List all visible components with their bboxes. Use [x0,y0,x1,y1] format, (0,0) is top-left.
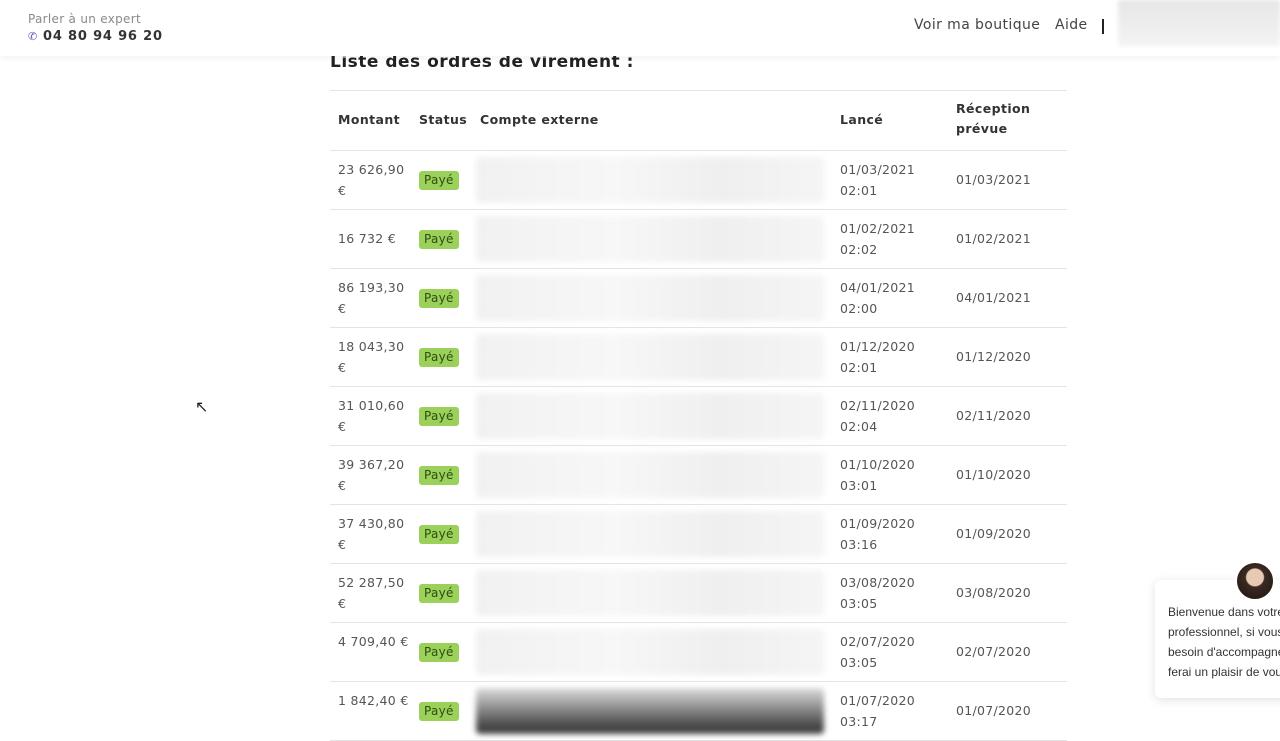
blurred-account [476,216,824,262]
status-cell: Payé [419,523,459,544]
chat-line: professionnel, si vous [1168,625,1280,639]
launched-cell: 01/09/2020 03:16 [840,516,916,552]
table-row: 52 287,50 € Payé 03/08/2020 03:05 03/08/… [330,564,1067,623]
status-cell: Payé [419,700,459,721]
blurred-account [476,157,824,203]
launched-cell: 03/08/2020 03:05 [840,575,916,611]
table-header: Montant Status Compte externe Lancé Réce… [330,91,1067,151]
status-badge: Payé [419,525,459,544]
amount-cell: 37 430,80 € [338,516,405,552]
status-badge: Payé [419,348,459,367]
top-bar: Parler à un expert ✆ 04 80 94 96 20 Voir… [0,0,1280,56]
amount-cell: 18 043,30 € [338,339,405,375]
table-row: 86 193,30 € Payé 04/01/2021 02:00 04/01/… [330,269,1067,328]
status-badge: Payé [419,407,459,426]
phone-link[interactable]: ✆ 04 80 94 96 20 [28,29,163,44]
reception-cell: 02/07/2020 [956,644,1032,659]
amount-cell: 1 842,40 € [338,693,409,708]
phone-number: 04 80 94 96 20 [43,29,163,44]
status-badge: Payé [419,171,459,190]
nav-voir-ma-boutique[interactable]: Voir ma boutique [914,17,1040,33]
status-cell: Payé [419,641,459,662]
status-cell: Payé [419,169,459,190]
amount-cell: 39 367,20 € [338,457,405,493]
status-cell: Payé [419,346,459,367]
amount-cell: 52 287,50 € [338,575,405,611]
nav-separator [1102,19,1104,34]
table-row: 37 430,80 € Payé 01/09/2020 03:16 01/09/… [330,505,1067,564]
launched-cell: 02/07/2020 03:05 [840,634,916,670]
transfer-orders-table: Montant Status Compte externe Lancé Réce… [330,90,1067,741]
reception-cell: 01/07/2020 [956,703,1032,718]
chat-message: Bienvenue dans votre professionnel, si v… [1168,602,1280,682]
blurred-account [476,511,824,557]
status-cell: Payé [419,464,459,485]
status-badge: Payé [419,466,459,485]
status-badge: Payé [419,230,459,249]
reception-cell: 03/08/2020 [956,585,1032,600]
table-row: 23 626,90 € Payé 01/03/2021 02:01 01/03/… [330,151,1067,210]
blurred-account [476,334,824,380]
status-cell: Payé [419,582,459,603]
launched-cell: 01/02/2021 02:02 [840,221,916,257]
header-reception-line1: Réception [956,101,1031,116]
amount-cell: 86 193,30 € [338,280,405,316]
status-badge: Payé [419,702,459,721]
blurred-account-area [1118,0,1280,46]
amount-cell: 4 709,40 € [338,634,409,649]
advisor-avatar [1235,561,1275,601]
header-status: Status [419,112,468,127]
reception-cell: 01/09/2020 [956,526,1032,541]
nav-aide[interactable]: Aide [1055,17,1088,33]
reception-cell: 01/02/2021 [956,231,1032,246]
chat-line: Bienvenue dans votre [1168,605,1280,619]
status-badge: Payé [419,584,459,603]
blurred-account [476,393,824,439]
chat-line: besoin d'accompagne [1168,645,1280,659]
reception-cell: 01/03/2021 [956,172,1032,187]
header-amount: Montant [338,112,401,127]
table-row: 1 842,40 € Payé 01/07/2020 03:17 01/07/2… [330,682,1067,741]
header-launched: Lancé [840,112,884,127]
amount-cell: 16 732 € [338,231,397,246]
table-row: 18 043,30 € Payé 01/12/2020 02:01 01/12/… [330,328,1067,387]
reception-cell: 02/11/2020 [956,408,1032,423]
chat-line: ferai un plaisir de vous [1168,665,1280,679]
launched-cell: 04/01/2021 02:00 [840,280,916,316]
status-cell: Payé [419,287,459,308]
table-row: 31 010,60 € Payé 02/11/2020 02:04 02/11/… [330,387,1067,446]
launched-cell: 01/10/2020 03:01 [840,457,916,493]
cursor-icon: ↖ [195,397,209,416]
amount-cell: 31 010,60 € [338,398,405,434]
chat-widget[interactable]: Bienvenue dans votre professionnel, si v… [1155,561,1280,698]
blurred-account [476,688,824,734]
status-cell: Payé [419,405,459,426]
table-row: 4 709,40 € Payé 02/07/2020 03:05 02/07/2… [330,623,1067,682]
status-badge: Payé [419,643,459,662]
launched-cell: 02/11/2020 02:04 [840,398,916,434]
launched-cell: 01/12/2020 02:01 [840,339,916,375]
launched-cell: 01/03/2021 02:01 [840,162,916,198]
phone-icon: ✆ [28,30,39,43]
status-cell: Payé [419,228,459,249]
amount-cell: 23 626,90 € [338,162,405,198]
header-reception: Réception prévue [956,101,1030,136]
header-reception-line2: prévue [956,121,1008,136]
blurred-account [476,452,824,498]
blurred-account [476,629,824,675]
table-row: 16 732 € Payé 01/02/2021 02:02 01/02/202… [330,210,1067,269]
blurred-account [476,275,824,321]
table-row: 39 367,20 € Payé 01/10/2020 03:01 01/10/… [330,446,1067,505]
reception-cell: 04/01/2021 [956,290,1032,305]
reception-cell: 01/10/2020 [956,467,1032,482]
status-badge: Payé [419,289,459,308]
blurred-account [476,570,824,616]
expert-label: Parler à un expert [28,12,141,26]
launched-cell: 01/07/2020 03:17 [840,693,916,729]
header-account: Compte externe [480,112,599,127]
reception-cell: 01/12/2020 [956,349,1032,364]
